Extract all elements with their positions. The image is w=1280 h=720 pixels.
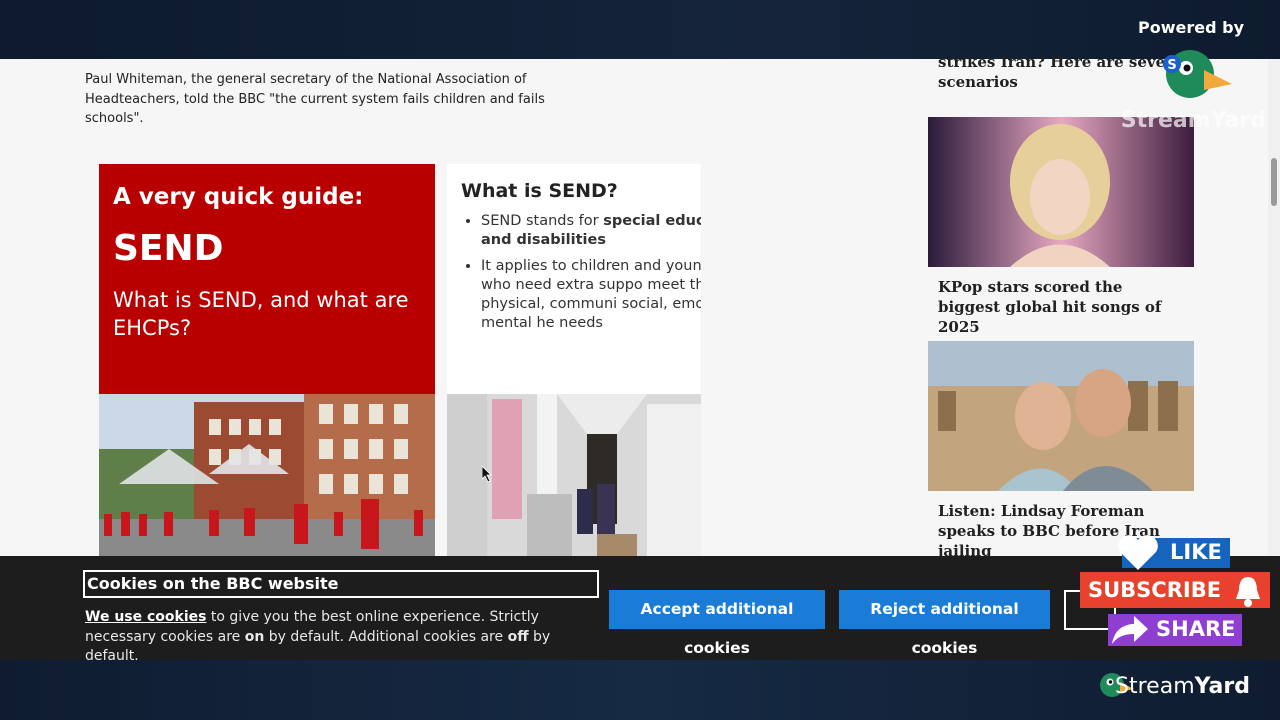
couple-selfie-thumbnail[interactable]	[928, 341, 1194, 491]
streamyard-watermark: StreamYard	[1120, 108, 1266, 133]
guide-subtitle: What is SEND, and what are EHCPs?	[113, 288, 409, 340]
like-label: LIKE	[1170, 540, 1222, 564]
bullet-item: SEND stands for special educ needs and d…	[481, 212, 701, 250]
logo-part-yard: Yard	[1194, 674, 1250, 699]
what-is-send-card[interactable]: What is SEND? SEND stands for special ed…	[447, 164, 701, 394]
powered-by-label: Powered by	[1138, 18, 1244, 37]
reject-cookies-button[interactable]: Reject additional cookies	[839, 590, 1050, 657]
cookie-text-part: by default. Additional cookies are	[264, 628, 508, 645]
quick-guide-card[interactable]: A very quick guide: SEND What is SEND, a…	[99, 164, 435, 394]
sidebar-item-title[interactable]: strikes Iran? Here are seven scenarios	[938, 52, 1188, 92]
guide-title: SEND	[113, 228, 224, 269]
subscribe-label: SUBSCRIBE	[1088, 578, 1222, 602]
accept-cookies-button[interactable]: Accept additional cookies	[609, 590, 825, 657]
svg-text:S: S	[1167, 58, 1176, 73]
mouse-cursor-icon	[482, 466, 492, 482]
stream-frame-top	[0, 0, 1280, 59]
bullet-item: It applies to children and youn people w…	[481, 257, 701, 333]
heart-icon	[1118, 535, 1158, 570]
subscribe-badge: SUBSCRIBE	[1080, 572, 1270, 608]
streamyard-logo: StreamYard	[1115, 674, 1250, 699]
kpop-star-thumbnail[interactable]	[928, 117, 1194, 267]
share-badge: SHARE	[1108, 614, 1242, 646]
share-arrow-icon	[1112, 616, 1148, 644]
scrollbar-thumb[interactable]	[1271, 158, 1277, 206]
cookie-banner-text: We use cookies to give you the best onli…	[85, 608, 585, 667]
info-card-bullets: SEND stands for special educ needs and d…	[461, 212, 701, 340]
share-label: SHARE	[1156, 617, 1236, 641]
streamyard-duck-icon: S	[1163, 50, 1232, 98]
guide-kicker: A very quick guide:	[113, 184, 364, 210]
info-card-heading: What is SEND?	[461, 180, 618, 202]
lead-paragraph: Paul Whiteman, the general secretary of …	[85, 72, 545, 126]
cookie-off-word: off	[507, 628, 529, 645]
bell-icon	[1236, 577, 1260, 607]
bullet-text: SEND stands for	[481, 213, 604, 229]
sidebar-item-title[interactable]: KPop stars scored the biggest global hit…	[938, 277, 1188, 337]
school-playground-photo	[99, 394, 435, 556]
logo-part-stream: Stream	[1115, 674, 1195, 699]
we-use-cookies-link[interactable]: We use cookies	[85, 609, 206, 625]
cookie-banner-title: Cookies on the BBC website	[83, 570, 599, 598]
stream-frame-bottom	[0, 660, 1280, 720]
cookie-on-word: on	[244, 628, 265, 645]
like-badge: LIKE	[1118, 535, 1230, 570]
page-scrollbar[interactable]	[1268, 59, 1280, 556]
